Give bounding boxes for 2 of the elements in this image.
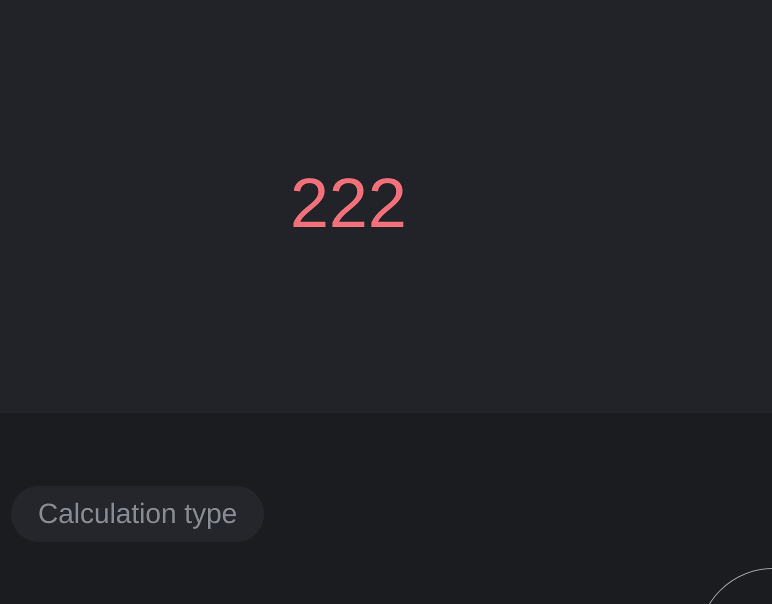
- result-value: 222: [290, 168, 407, 238]
- calculation-type-button[interactable]: Calculation type: [11, 486, 264, 542]
